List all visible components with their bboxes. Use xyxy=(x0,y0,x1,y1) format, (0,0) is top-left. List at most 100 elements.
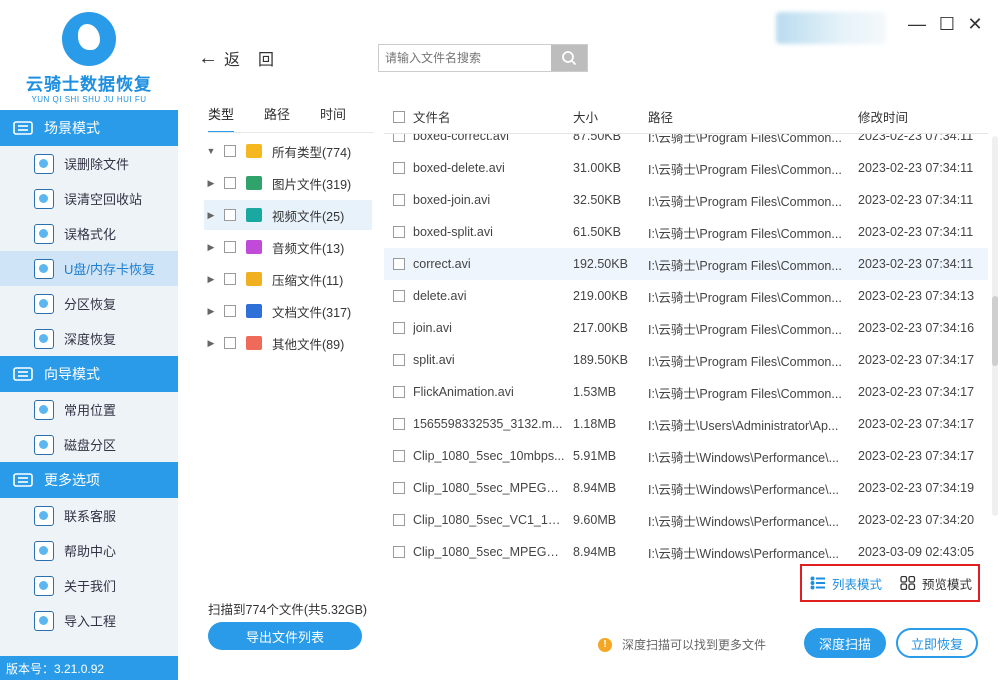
tree-item-3[interactable]: ▶ 压缩文件(11) xyxy=(204,264,372,294)
file-path: I:\云骑士\Program Files\Common... xyxy=(648,354,842,369)
tree-item-checkbox[interactable] xyxy=(224,209,236,221)
tree-item-checkbox[interactable] xyxy=(224,241,236,253)
maximize-button[interactable]: ☐ xyxy=(936,14,958,35)
file-size: 31.00KB xyxy=(573,161,621,175)
deep-recovery-icon xyxy=(34,328,54,349)
sidebar-item-2-0[interactable]: 联系客服 xyxy=(0,498,178,533)
tab-type[interactable]: 类型 xyxy=(208,104,235,133)
back-button[interactable]: ← 返回 xyxy=(198,46,292,70)
file-size: 87.50KB xyxy=(573,134,621,143)
sidebar-item-2-3[interactable]: 导入工程 xyxy=(0,603,178,638)
tab-time[interactable]: 时间 xyxy=(320,104,346,133)
tree-root-label: 所有类型(774) xyxy=(272,145,352,160)
row-checkbox[interactable] xyxy=(393,322,405,334)
caret-right-icon[interactable]: ▶ xyxy=(204,338,218,349)
sidebar-item-0-1[interactable]: 误清空回收站 xyxy=(0,181,178,216)
sidebar: 云骑士数据恢复 YUN QI SHI SHU JU HUI FU 场景模式 误删除… xyxy=(0,0,178,680)
version-label: 版本号：3.21.0.92 xyxy=(0,656,178,680)
row-checkbox[interactable] xyxy=(393,418,405,430)
sidebar-item-0-2[interactable]: 误格式化 xyxy=(0,216,178,251)
row-checkbox[interactable] xyxy=(393,450,405,462)
file-name: 1565598332535_3132.m... xyxy=(413,417,563,431)
recover-now-button[interactable]: 立即恢复 xyxy=(896,628,978,658)
sidebar-item-2-2[interactable]: 关于我们 xyxy=(0,568,178,603)
tree-item-0[interactable]: ▶ 图片文件(319) xyxy=(204,168,372,198)
sidebar-item-0-5[interactable]: 深度恢复 xyxy=(0,321,178,356)
header-time[interactable]: 修改时间 xyxy=(858,107,908,126)
row-checkbox[interactable] xyxy=(393,354,405,366)
sidebar-item-2-1[interactable]: 帮助中心 xyxy=(0,533,178,568)
table-row[interactable]: boxed-join.avi 32.50KB I:\云骑士\Program File… xyxy=(384,184,988,216)
table-row[interactable]: 1565598332535_3132.m... 1.18MB I:\云骑士\User… xyxy=(384,408,988,440)
header-size[interactable]: 大小 xyxy=(573,107,598,126)
table-row[interactable]: Clip_1080_5sec_VC1_15... 9.60MB I:\云骑士\Win… xyxy=(384,504,988,536)
row-checkbox[interactable] xyxy=(393,226,405,238)
table-row[interactable]: boxed-split.avi 61.50KB I:\云骑士\Program Fil… xyxy=(384,216,988,248)
row-checkbox[interactable] xyxy=(393,546,405,558)
search-input[interactable] xyxy=(379,45,551,71)
header-path[interactable]: 路径 xyxy=(648,107,848,126)
row-checkbox[interactable] xyxy=(393,162,405,174)
tree-item-checkbox[interactable] xyxy=(224,177,236,189)
deep-scan-tip: ! 深度扫描可以找到更多文件 xyxy=(598,636,766,653)
sidebar-item-0-0[interactable]: 误删除文件 xyxy=(0,146,178,181)
tree-root-checkbox[interactable] xyxy=(224,145,236,157)
caret-right-icon[interactable]: ▶ xyxy=(204,242,218,253)
scrollbar-thumb[interactable] xyxy=(992,296,998,366)
table-row[interactable]: FlickAnimation.avi 1.53MB I:\云骑士\Program F… xyxy=(384,376,988,408)
table-row[interactable]: delete.avi 219.00KB I:\云骑士\Program Files\C… xyxy=(384,280,988,312)
preview-mode-label: 预览模式 xyxy=(922,577,973,592)
scan-count: 扫描到774个文件(共5.32GB) xyxy=(208,603,368,617)
tree-item-checkbox[interactable] xyxy=(224,305,236,317)
file-path: I:\云骑士\Program Files\Common... xyxy=(648,194,842,209)
caret-right-icon[interactable]: ▶ xyxy=(204,210,218,221)
file-time: 2023-02-23 07:34:19 xyxy=(858,481,975,495)
caret-down-icon[interactable]: ▼ xyxy=(204,146,218,156)
row-checkbox[interactable] xyxy=(393,258,405,270)
usb-card-icon xyxy=(34,258,54,279)
tree-root[interactable]: ▼ 所有类型(774) xyxy=(204,136,372,166)
file-name: boxed-correct.avi xyxy=(413,134,509,143)
row-checkbox[interactable] xyxy=(393,134,405,142)
select-all-checkbox[interactable] xyxy=(393,110,405,123)
tree-item-2[interactable]: ▶ 音频文件(13) xyxy=(204,232,372,262)
table-row[interactable]: join.avi 217.00KB I:\云骑士\Program Files\Com… xyxy=(384,312,988,344)
caret-right-icon[interactable]: ▶ xyxy=(204,178,218,189)
row-checkbox[interactable] xyxy=(393,290,405,302)
row-checkbox[interactable] xyxy=(393,194,405,206)
sidebar-item-0-3[interactable]: U盘/内存卡恢复 xyxy=(0,251,178,286)
table-row[interactable]: boxed-delete.avi 31.00KB I:\云骑士\Program Fi… xyxy=(384,152,988,184)
user-avatar[interactable] xyxy=(776,12,886,44)
preview-mode-button[interactable]: 预览模式 xyxy=(900,574,972,593)
list-mode-button[interactable]: 列表模式 xyxy=(810,574,882,593)
search-button[interactable] xyxy=(551,45,587,71)
file-size: 8.94MB xyxy=(573,545,617,559)
tree-item-checkbox[interactable] xyxy=(224,337,236,349)
caret-right-icon[interactable]: ▶ xyxy=(204,274,218,285)
tree-item-checkbox[interactable] xyxy=(224,273,236,285)
sidebar-item-0-4[interactable]: 分区恢复 xyxy=(0,286,178,321)
deep-scan-button[interactable]: 深度扫描 xyxy=(804,628,886,658)
tree-item-4[interactable]: ▶ 文档文件(317) xyxy=(204,296,372,326)
row-checkbox[interactable] xyxy=(393,386,405,398)
table-row[interactable]: correct.avi 192.50KB I:\云骑士\Program Files\… xyxy=(384,248,988,280)
table-row[interactable]: split.avi 189.50KB I:\云骑士\Program Files\Co… xyxy=(384,344,988,376)
tree-item-1[interactable]: ▶ 视频文件(25) xyxy=(204,200,372,230)
export-list-button[interactable]: 导出文件列表 xyxy=(208,622,362,650)
row-checkbox[interactable] xyxy=(393,514,405,526)
tab-path[interactable]: 路径 xyxy=(264,104,290,133)
file-name: Clip_1080_5sec_MPEG2_... xyxy=(413,545,565,559)
sidebar-item-1-0[interactable]: 常用位置 xyxy=(0,392,178,427)
close-button[interactable]: ✕ xyxy=(964,14,986,35)
filter-tabs: 类型 路径 时间 xyxy=(208,104,376,133)
minimize-button[interactable]: — xyxy=(906,14,928,35)
table-scrollbar[interactable] xyxy=(992,136,998,516)
sidebar-item-1-1[interactable]: 磁盘分区 xyxy=(0,427,178,462)
table-row[interactable]: Clip_1080_5sec_10mbps... 5.91MB I:\云骑士\Win… xyxy=(384,440,988,472)
tree-item-5[interactable]: ▶ 其他文件(89) xyxy=(204,328,372,358)
header-name[interactable]: 文件名 xyxy=(413,107,451,126)
table-row[interactable]: boxed-correct.avi 87.50KB I:\云骑士\Program F… xyxy=(384,134,988,152)
caret-right-icon[interactable]: ▶ xyxy=(204,306,218,317)
table-row[interactable]: Clip_1080_5sec_MPEG2_... 8.94MB I:\云骑士\Win… xyxy=(384,472,988,504)
row-checkbox[interactable] xyxy=(393,482,405,494)
